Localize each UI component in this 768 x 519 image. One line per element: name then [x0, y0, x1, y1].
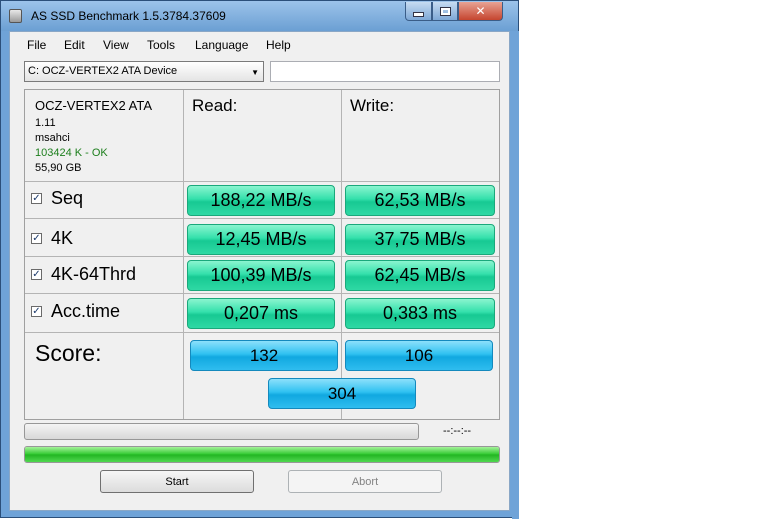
seq-read-result: 188,22 MB/s — [187, 185, 335, 216]
test-acc-time-label: Acc.time — [51, 301, 121, 321]
overall-progress-fill — [25, 447, 499, 462]
app-icon — [9, 9, 22, 23]
menu-bar: File Edit View Tools Language Help — [10, 32, 509, 58]
device-alignment: 103424 K - OK — [35, 147, 108, 159]
4k-read-result: 12,45 MB/s — [187, 224, 335, 255]
grid-divider — [341, 90, 342, 419]
minimize-button[interactable] — [405, 2, 432, 21]
device-name: OCZ-VERTEX2 ATA — [35, 98, 153, 113]
close-button[interactable]: ✕ — [458, 2, 503, 21]
test-4k-label: 4K — [51, 228, 74, 248]
test-4k-64thrd-label: 4K-64Thrd — [51, 264, 137, 284]
menu-language[interactable]: Language — [195, 38, 248, 52]
score-total: 304 — [268, 378, 416, 409]
write-header: Write: — [350, 96, 395, 115]
acc-time-write-result: 0,383 ms — [345, 298, 495, 329]
window-title: AS SSD Benchmark 1.5.3784.37609 — [31, 9, 226, 23]
menu-file[interactable]: File — [27, 38, 46, 52]
client-area: File Edit View Tools Language Help C: OC… — [9, 31, 510, 511]
menu-help[interactable]: Help — [266, 38, 291, 52]
score-label: Score: — [35, 340, 102, 366]
acc-time-read-result: 0,207 ms — [187, 298, 335, 329]
device-size: 55,90 GB — [35, 162, 82, 174]
grid-divider — [25, 256, 499, 257]
test-4k-64thrd: ✓ 4K-64Thrd — [31, 264, 136, 285]
minimize-icon — [413, 11, 424, 17]
4k-checkbox[interactable]: ✓ — [31, 233, 42, 244]
dropdown-arrow-icon: ▼ — [251, 68, 259, 77]
window-border — [512, 31, 519, 519]
start-button[interactable]: Start — [100, 470, 254, 493]
acc-time-checkbox[interactable]: ✓ — [31, 306, 42, 317]
test-4k: ✓ 4K — [31, 228, 73, 249]
grid-divider — [183, 90, 184, 419]
seq-checkbox[interactable]: ✓ — [31, 193, 42, 204]
device-driver: msahci — [35, 132, 70, 144]
4k-write-result: 37,75 MB/s — [345, 224, 495, 255]
maximize-icon — [439, 6, 451, 16]
score-write: 106 — [345, 340, 493, 371]
test-acc-time: ✓ Acc.time — [31, 301, 120, 322]
device-firmware: 1.11 — [35, 117, 56, 129]
maximize-button[interactable] — [432, 2, 458, 21]
score-read: 132 — [190, 340, 338, 371]
grid-divider — [25, 332, 499, 333]
overall-progress-bar — [24, 446, 500, 463]
drive-info-field[interactable] — [270, 61, 500, 82]
test-seq-label: Seq — [51, 188, 84, 208]
4k-64thrd-write-result: 62,45 MB/s — [345, 260, 495, 291]
4k-64thrd-checkbox[interactable]: ✓ — [31, 269, 42, 280]
4k-64thrd-read-result: 100,39 MB/s — [187, 260, 335, 291]
drive-select-value: C: OCZ-VERTEX2 ATA Device — [28, 65, 178, 77]
seq-write-result: 62,53 MB/s — [345, 185, 495, 216]
read-header: Read: — [192, 96, 238, 115]
grid-divider — [25, 293, 499, 294]
grid-divider — [25, 218, 499, 219]
close-icon: ✕ — [475, 4, 486, 18]
drive-select[interactable]: C: OCZ-VERTEX2 ATA Device ▼ — [24, 61, 264, 82]
title-bar[interactable]: AS SSD Benchmark 1.5.3784.37609 ✕ — [1, 1, 518, 31]
app-window: AS SSD Benchmark 1.5.3784.37609 ✕ File E… — [0, 0, 519, 519]
abort-button[interactable]: Abort — [288, 470, 442, 493]
grid-divider — [25, 181, 499, 182]
test-seq: ✓ Seq — [31, 188, 83, 209]
results-grid: OCZ-VERTEX2 ATA 1.11 msahci 103424 K - O… — [24, 89, 500, 420]
menu-edit[interactable]: Edit — [64, 38, 85, 52]
elapsed-time: --:--:-- — [443, 425, 472, 437]
menu-view[interactable]: View — [103, 38, 129, 52]
menu-tools[interactable]: Tools — [147, 38, 175, 52]
test-progress-bar — [24, 423, 419, 440]
